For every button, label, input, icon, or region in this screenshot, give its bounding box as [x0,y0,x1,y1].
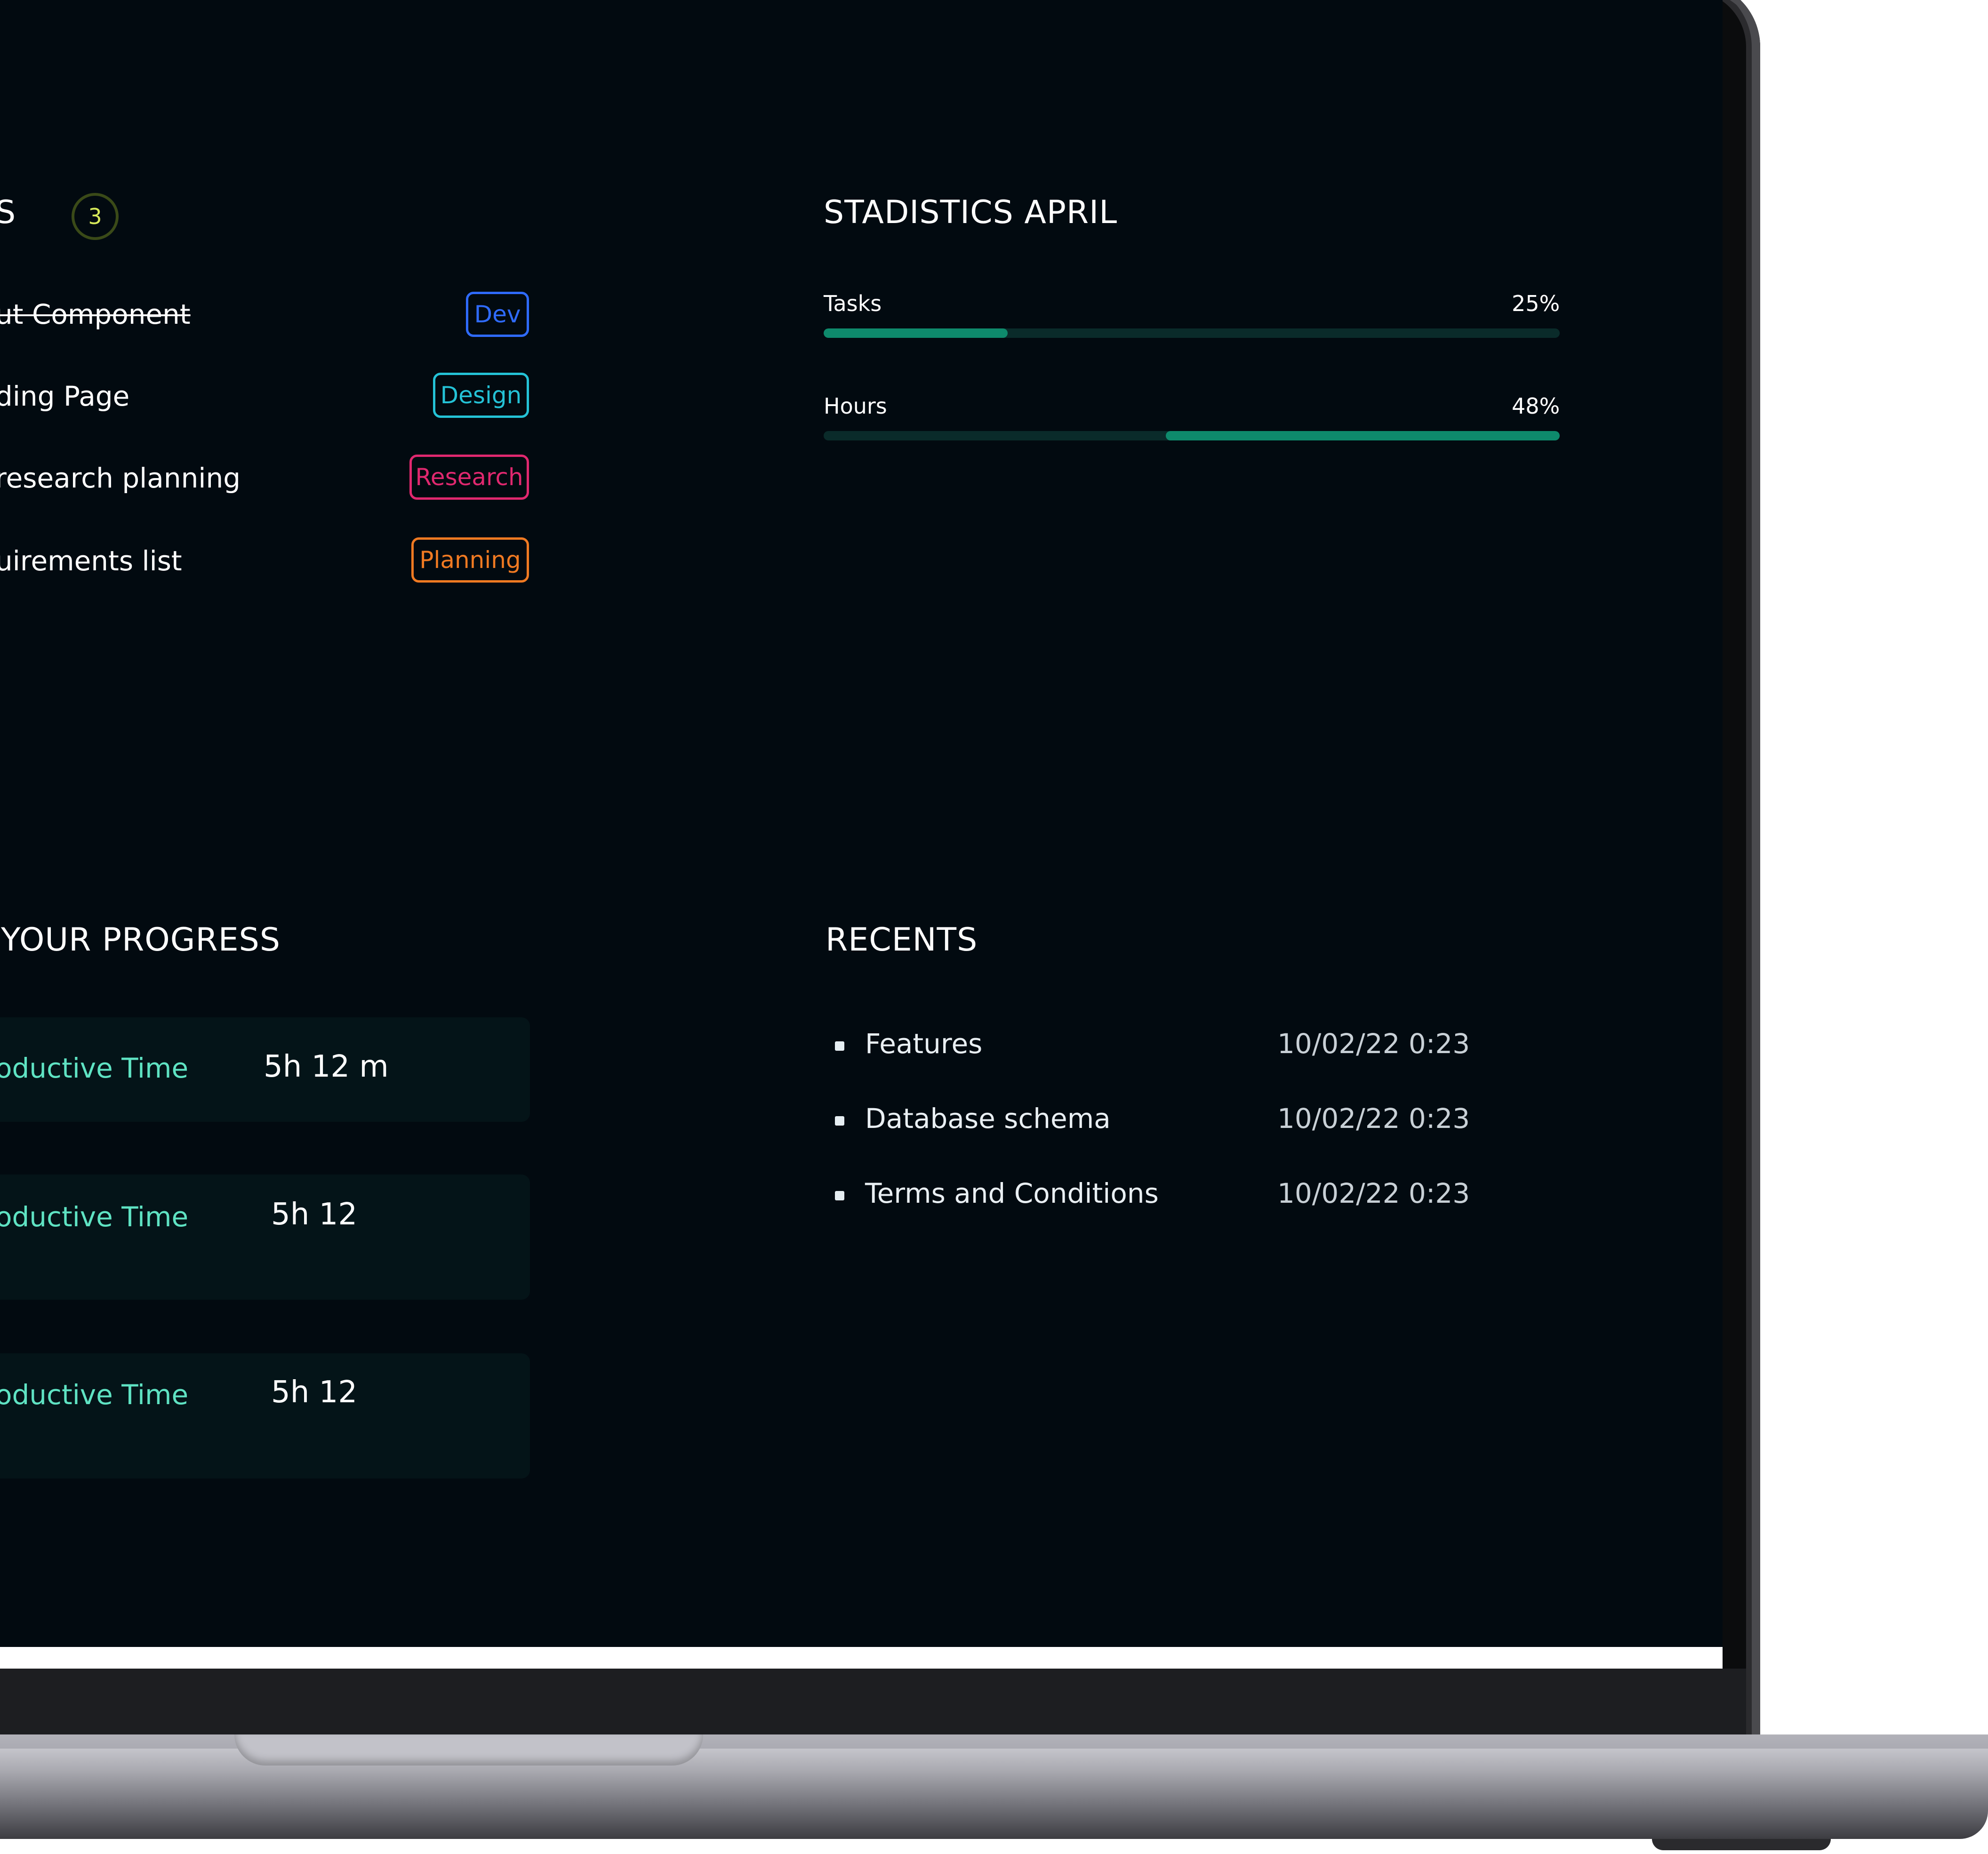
recent-item-1-name[interactable]: Features [865,1028,982,1060]
progress-card-3-label: oductive Time [0,1379,189,1411]
statistics-title: STADISTICS APRIL [824,194,1118,231]
recent-item-3-name[interactable]: Terms and Conditions [865,1177,1159,1209]
recent-item-1-date: 10/02/22 0:23 [1277,1028,1470,1060]
progress-card-3-value: 5h 12 [271,1375,358,1410]
stat-hours-value: 48% [1512,393,1560,419]
app-screen: S 3 ut Component Dev ding Page Design re… [0,0,1723,1647]
stat-tasks-fill [824,328,1008,338]
stat-hours-fill [1166,431,1560,440]
progress-card-2-value: 5h 12 [271,1197,358,1232]
task-item-3[interactable]: research planning [0,462,240,494]
stat-tasks-bar [824,328,1560,338]
tag-research[interactable]: Research [409,455,529,500]
progress-card-2-label: oductive Time [0,1201,189,1233]
progress-title: YOUR PROGRESS [1,921,281,959]
progress-card-2: oductive Time 5h 12 [0,1175,530,1300]
recents-title: RECENTS [826,921,978,959]
recent-item-2-name[interactable]: Database schema [865,1103,1111,1135]
progress-card-3: oductive Time 5h 12 [0,1353,530,1478]
screen-bottom-strip [0,1647,1723,1669]
laptop-opening-notch [234,1734,703,1766]
tasks-title: S [0,194,16,231]
laptop-foot [1652,1839,1831,1850]
stat-tasks-value: 25% [1512,291,1560,316]
bullet-icon [835,1041,844,1051]
task-item-2[interactable]: ding Page [0,380,129,412]
bullet-icon [835,1116,844,1126]
laptop-chin [0,1669,1746,1734]
tag-dev[interactable]: Dev [466,292,529,337]
task-item-4[interactable]: uirements list [0,545,182,577]
stat-hours-label: Hours [824,393,887,419]
stat-tasks-label: Tasks [824,291,882,316]
progress-card-1: oductive Time 5h 12 m [0,1017,530,1122]
tag-design[interactable]: Design [433,373,529,418]
recent-item-2-date: 10/02/22 0:23 [1277,1103,1470,1135]
bullet-icon [835,1191,844,1200]
stat-hours-bar [824,431,1560,440]
recent-item-3-date: 10/02/22 0:23 [1277,1177,1470,1209]
progress-card-1-value: 5h 12 m [264,1049,389,1084]
tasks-count-badge: 3 [72,193,119,240]
tag-planning[interactable]: Planning [411,537,529,583]
progress-card-1-label: oductive Time [0,1052,189,1084]
task-item-1[interactable]: ut Component [0,298,191,330]
